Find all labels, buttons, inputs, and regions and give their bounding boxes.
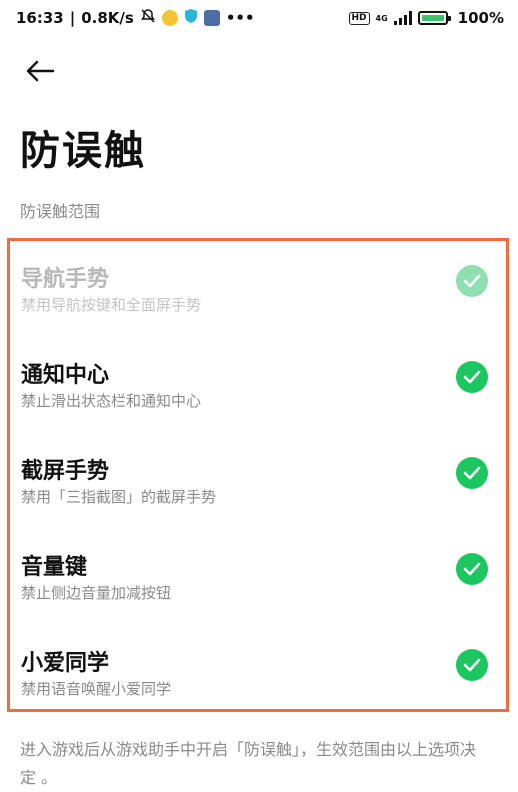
option-description: 禁用语音唤醒小爱同学 xyxy=(21,680,172,698)
option-title: 截屏手势 xyxy=(21,459,110,484)
status-divider: | xyxy=(69,9,76,27)
back-arrow-icon xyxy=(26,60,55,82)
option-volume-keys[interactable]: 音量键 禁止侧边音量加减按钮 xyxy=(10,529,506,625)
section-label: 防误触范围 xyxy=(20,202,101,221)
checkbox-checked-icon[interactable] xyxy=(456,265,488,297)
option-description: 禁用导航按键和全面屏手势 xyxy=(21,296,202,314)
status-bar-right: HD 4G 100% xyxy=(348,9,504,27)
app-icon xyxy=(161,10,178,26)
options-list: 导航手势 禁用导航按键和全面屏手势 通知中心 禁止滑出状态栏和通知中心 截屏手势… xyxy=(7,238,509,712)
back-button[interactable] xyxy=(22,56,58,86)
status-network-speed: 0.8K/s xyxy=(81,9,134,27)
battery-percent: 100% xyxy=(457,9,504,27)
option-title: 导航手势 xyxy=(21,267,110,292)
checkbox-checked-icon[interactable] xyxy=(456,361,488,393)
option-description: 禁止侧边音量加减按钮 xyxy=(21,584,172,602)
option-description: 禁用「三指截图」的截屏手势 xyxy=(21,488,217,506)
checkbox-checked-icon[interactable] xyxy=(456,553,488,585)
option-description: 禁止滑出状态栏和通知中心 xyxy=(21,392,202,410)
signal-icon xyxy=(393,11,412,25)
hd-badge: HD xyxy=(348,11,370,25)
shield-icon xyxy=(184,8,198,28)
footer-note: 进入游戏后从游戏助手中开启「防误触」，生效范围由以上选项决定 。 xyxy=(20,740,477,787)
option-title: 小爱同学 xyxy=(21,651,110,676)
bell-off-icon xyxy=(140,8,156,28)
page-title: 防误触 xyxy=(20,128,146,174)
status-time: 16:33 xyxy=(16,9,64,27)
battery-icon xyxy=(417,11,451,25)
option-notification-center[interactable]: 通知中心 禁止滑出状态栏和通知中心 xyxy=(10,337,506,433)
checkbox-checked-icon[interactable] xyxy=(456,649,488,681)
more-icon: ••• xyxy=(225,9,255,27)
network-type: 4G xyxy=(375,13,388,23)
checkbox-checked-icon[interactable] xyxy=(456,457,488,489)
status-bar: 16:33 | 0.8K/s ••• HD 4G 100% xyxy=(0,0,518,36)
option-screenshot-gesture[interactable]: 截屏手势 禁用「三指截图」的截屏手势 xyxy=(10,433,506,529)
option-title: 音量键 xyxy=(21,555,88,580)
gear-icon xyxy=(203,10,220,26)
option-voice-assistant[interactable]: 小爱同学 禁用语音唤醒小爱同学 xyxy=(10,625,506,721)
status-bar-left: 16:33 | 0.8K/s ••• xyxy=(16,8,255,28)
option-title: 通知中心 xyxy=(21,363,110,388)
option-navigation-gesture[interactable]: 导航手势 禁用导航按键和全面屏手势 xyxy=(10,241,506,337)
